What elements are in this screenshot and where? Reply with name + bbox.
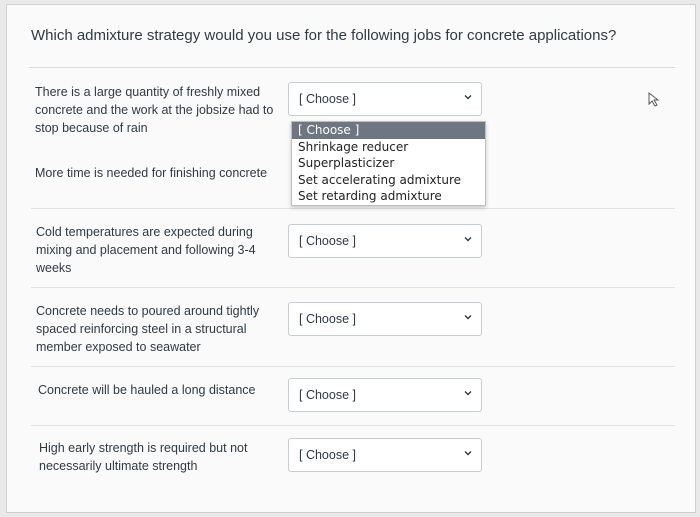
- chevron-down-icon: [464, 315, 472, 320]
- label-line: More time is needed for finishing concre…: [35, 166, 268, 180]
- chevron-down-icon: [464, 451, 472, 456]
- job-label-1: There is a large quantity of freshly mix…: [35, 83, 275, 137]
- answer-dropdown-list: [ Choose ] Shrinkage reducer Superplasti…: [291, 121, 486, 206]
- label-line: Cold temperatures are expected during: [36, 225, 253, 239]
- answer-select-1[interactable]: [ Choose ]: [288, 82, 482, 116]
- label-line: mixing and placement and following 3-4: [36, 243, 256, 257]
- label-line: concrete and the work at the jobsize had…: [35, 103, 274, 117]
- row-divider: [31, 366, 675, 367]
- answer-select-6[interactable]: [ Choose ]: [288, 438, 482, 472]
- dropdown-option-shrinkage-reducer[interactable]: Shrinkage reducer: [292, 139, 485, 156]
- label-line: necessarily ultimate strength: [39, 459, 198, 473]
- select-value: [ Choose ]: [299, 448, 356, 462]
- select-value: [ Choose ]: [299, 92, 356, 106]
- job-label-4: Concrete needs to poured around tightly …: [36, 302, 276, 356]
- dropdown-option-superplasticizer[interactable]: Superplasticizer: [292, 155, 485, 172]
- mouse-cursor-icon: [648, 92, 660, 107]
- question-text: Which admixture strategy would you use f…: [31, 27, 617, 44]
- select-value: [ Choose ]: [299, 234, 356, 248]
- select-value: [ Choose ]: [299, 312, 356, 326]
- dropdown-option-set-accelerating[interactable]: Set accelerating admixture: [292, 172, 485, 189]
- divider: [29, 67, 675, 68]
- label-line: Concrete will be hauled a long distance: [38, 383, 256, 397]
- select-value: [ Choose ]: [299, 388, 356, 402]
- label-line: There is a large quantity of freshly mix…: [35, 85, 261, 99]
- chevron-down-icon: [464, 95, 472, 100]
- label-line: stop because of rain: [35, 121, 148, 135]
- job-label-3: Cold temperatures are expected during mi…: [36, 223, 276, 277]
- label-line: weeks: [36, 261, 72, 275]
- answer-select-4[interactable]: [ Choose ]: [288, 302, 482, 336]
- quiz-card: Which admixture strategy would you use f…: [6, 4, 696, 513]
- label-line: Concrete needs to poured around tightly: [36, 304, 260, 318]
- job-label-5: Concrete will be hauled a long distance: [38, 381, 278, 399]
- label-line: High early strength is required but not: [39, 441, 248, 455]
- row-divider: [31, 208, 675, 209]
- label-line: spaced reinforcing steel in a structural: [36, 322, 247, 336]
- answer-select-5[interactable]: [ Choose ]: [288, 378, 482, 412]
- label-line: member exposed to seawater: [36, 340, 201, 354]
- answer-select-3[interactable]: [ Choose ]: [288, 224, 482, 258]
- row-divider: [31, 425, 675, 426]
- dropdown-option-set-retarding[interactable]: Set retarding admixture: [292, 188, 485, 205]
- chevron-down-icon: [464, 391, 472, 396]
- row-divider: [31, 287, 675, 288]
- job-label-2: More time is needed for finishing concre…: [35, 164, 275, 182]
- chevron-down-icon: [464, 237, 472, 242]
- job-label-6: High early strength is required but not …: [39, 439, 279, 475]
- dropdown-option-choose[interactable]: [ Choose ]: [292, 122, 485, 139]
